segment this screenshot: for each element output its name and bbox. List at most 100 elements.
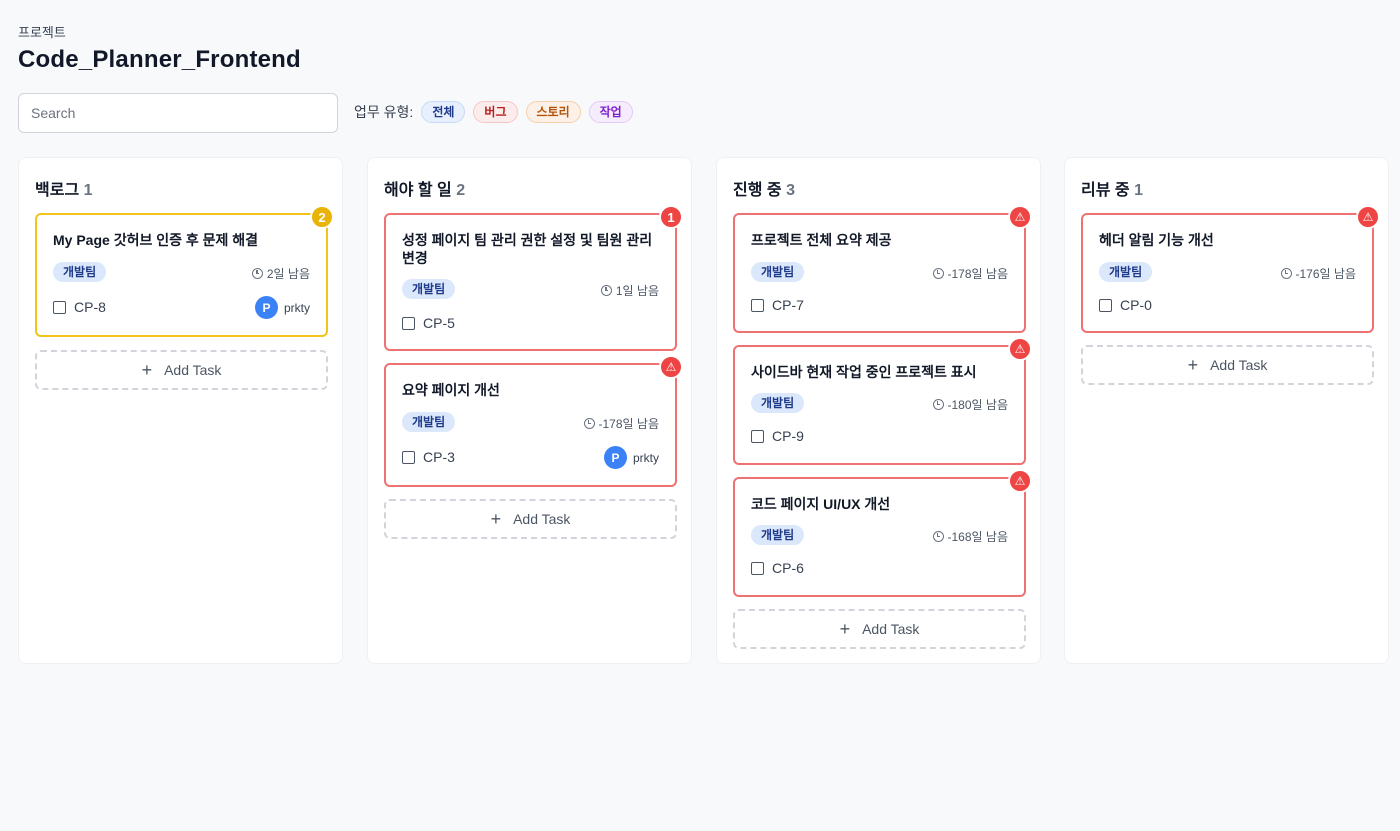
team-tag: 개발팀: [1099, 262, 1153, 282]
task-card[interactable]: ⚠ 헤더 알림 기능 개선 개발팀 -176일 남음 CP-0: [1081, 205, 1380, 333]
task-title: 성정 페이지 팀 관리 권한 설정 및 팀원 관리 변경: [402, 232, 653, 266]
task-checkbox[interactable]: [53, 301, 66, 314]
column-title-text: 백로그: [35, 182, 80, 199]
due-date: -180일 남음: [932, 396, 1008, 413]
task-key: CP-3: [423, 449, 455, 465]
due-text: 1일 남음: [615, 284, 659, 298]
clock-icon: [251, 268, 263, 279]
task-key: CP-6: [772, 560, 804, 576]
task-title: 코드 페이지 UI/UX 개선: [751, 496, 891, 512]
clock-icon: [932, 399, 944, 410]
assignee-name: prkty: [632, 450, 659, 465]
plus-icon: +: [490, 509, 502, 529]
add-task-button[interactable]: + Add Task: [35, 350, 328, 390]
add-task-button[interactable]: + Add Task: [733, 609, 1026, 649]
task-checkbox[interactable]: [402, 451, 415, 464]
team-tag: 개발팀: [402, 279, 456, 299]
task-card[interactable]: ⚠ 요약 페이지 개선 개발팀 -178일 남음 CP-3 P prkty: [384, 355, 683, 487]
alert-badge: ⚠: [659, 355, 683, 379]
due-text: -180일 남음: [947, 398, 1008, 412]
notification-badge: 1: [659, 205, 683, 229]
task-checkbox[interactable]: [402, 317, 415, 330]
alert-badge: ⚠: [1356, 205, 1380, 229]
clock-icon: [1280, 268, 1292, 279]
team-tag: 개발팀: [53, 262, 107, 282]
avatar: P: [603, 446, 627, 469]
team-tag: 개발팀: [751, 262, 805, 282]
alert-badge: ⚠: [1008, 469, 1032, 493]
add-task-label: Add Task: [862, 621, 920, 637]
alert-icon: ⚠: [665, 360, 677, 374]
due-text: -178일 남음: [947, 267, 1008, 281]
avatar: P: [254, 296, 278, 319]
column-title: 해야 할 일 2: [384, 176, 465, 200]
filter-chip-story[interactable]: 스토리: [525, 101, 581, 123]
team-tag: 개발팀: [751, 525, 805, 545]
alert-icon: ⚠: [1014, 342, 1026, 356]
alert-badge: ⚠: [1008, 205, 1032, 229]
task-key: CP-9: [772, 428, 804, 444]
team-tag: 개발팀: [402, 412, 456, 432]
task-title: 사이드바 현재 작업 중인 프로젝트 표시: [751, 364, 977, 380]
task-card[interactable]: ⚠ 사이드바 현재 작업 중인 프로젝트 표시 개발팀 -180일 남음 CP-…: [733, 337, 1032, 465]
clock-icon: [932, 531, 944, 542]
due-text: 2일 남음: [266, 267, 310, 281]
task-title: 요약 페이지 개선: [402, 382, 500, 398]
team-tag: 개발팀: [751, 393, 805, 413]
column-title: 진행 중 3: [733, 176, 795, 200]
due-text: -168일 남음: [947, 530, 1008, 544]
task-card[interactable]: 1 성정 페이지 팀 관리 권한 설정 및 팀원 관리 변경 개발팀 1일 남음…: [384, 205, 683, 351]
add-task-label: Add Task: [164, 362, 222, 378]
due-text: -178일 남음: [598, 417, 659, 431]
assignee: P prkty: [603, 446, 659, 469]
plus-icon: +: [839, 619, 851, 639]
task-checkbox[interactable]: [1099, 299, 1112, 312]
task-key: CP-7: [772, 297, 804, 313]
project-label: 프로젝트: [18, 25, 66, 40]
page-title: Code_Planner_Frontend: [18, 46, 301, 73]
alert-icon: ⚠: [1014, 474, 1026, 488]
add-task-label: Add Task: [1210, 357, 1268, 373]
task-title: 헤더 알림 기능 개선: [1099, 232, 1214, 248]
search-input[interactable]: [18, 93, 338, 133]
filter-chip-task[interactable]: 작업: [588, 101, 633, 123]
task-title: My Page 갓허브 인증 후 문제 해결: [53, 232, 259, 248]
filter-chip-bug[interactable]: 버그: [473, 101, 518, 123]
column-todo: 해야 할 일 2 1 성정 페이지 팀 관리 권한 설정 및 팀원 관리 변경 …: [367, 157, 692, 664]
column-in-progress: 진행 중 3 ⚠ 프로젝트 전체 요약 제공 개발팀 -178일 남음 CP-7…: [716, 157, 1041, 664]
add-task-button[interactable]: + Add Task: [1081, 345, 1374, 385]
assignee-name: prkty: [283, 300, 310, 315]
task-title: 프로젝트 전체 요약 제공: [751, 232, 892, 248]
column-title: 백로그 1: [35, 176, 93, 200]
task-card[interactable]: 2 My Page 갓허브 인증 후 문제 해결 개발팀 2일 남음 CP-8 …: [35, 205, 334, 337]
plus-icon: +: [141, 360, 153, 380]
clock-icon: [932, 268, 944, 279]
add-task-button[interactable]: + Add Task: [384, 499, 677, 539]
due-date: -178일 남음: [932, 265, 1008, 282]
column-in-review: 리뷰 중 1 ⚠ 헤더 알림 기능 개선 개발팀 -176일 남음 CP-0 +…: [1064, 157, 1389, 664]
alert-icon: ⚠: [1014, 210, 1026, 224]
task-key: CP-5: [423, 315, 455, 331]
filter-chip-all[interactable]: 전체: [421, 101, 466, 123]
due-date: -168일 남음: [932, 528, 1008, 545]
clock-icon: [583, 418, 595, 429]
task-checkbox[interactable]: [751, 299, 764, 312]
column-title: 리뷰 중 1: [1081, 176, 1143, 200]
due-date: -178일 남음: [583, 415, 659, 432]
column-title-text: 진행 중: [733, 182, 782, 199]
filter-label: 업무 유형:: [354, 104, 414, 120]
column-title-text: 해야 할 일: [384, 182, 452, 199]
task-type-filter: 업무 유형: 전체 버그 스토리 작업: [354, 101, 633, 123]
alert-icon: ⚠: [1362, 210, 1374, 224]
column-backlog: 백로그 1 2 My Page 갓허브 인증 후 문제 해결 개발팀 2일 남음…: [18, 157, 343, 664]
task-checkbox[interactable]: [751, 430, 764, 443]
plus-icon: +: [1187, 355, 1199, 375]
column-title-text: 리뷰 중: [1081, 182, 1130, 199]
column-count: 3: [786, 182, 795, 199]
task-checkbox[interactable]: [751, 562, 764, 575]
add-task-label: Add Task: [513, 511, 571, 527]
task-card[interactable]: ⚠ 코드 페이지 UI/UX 개선 개발팀 -168일 남음 CP-6: [733, 469, 1032, 597]
task-key: CP-0: [1120, 297, 1152, 313]
assignee: P prkty: [254, 296, 310, 319]
task-card[interactable]: ⚠ 프로젝트 전체 요약 제공 개발팀 -178일 남음 CP-7: [733, 205, 1032, 333]
